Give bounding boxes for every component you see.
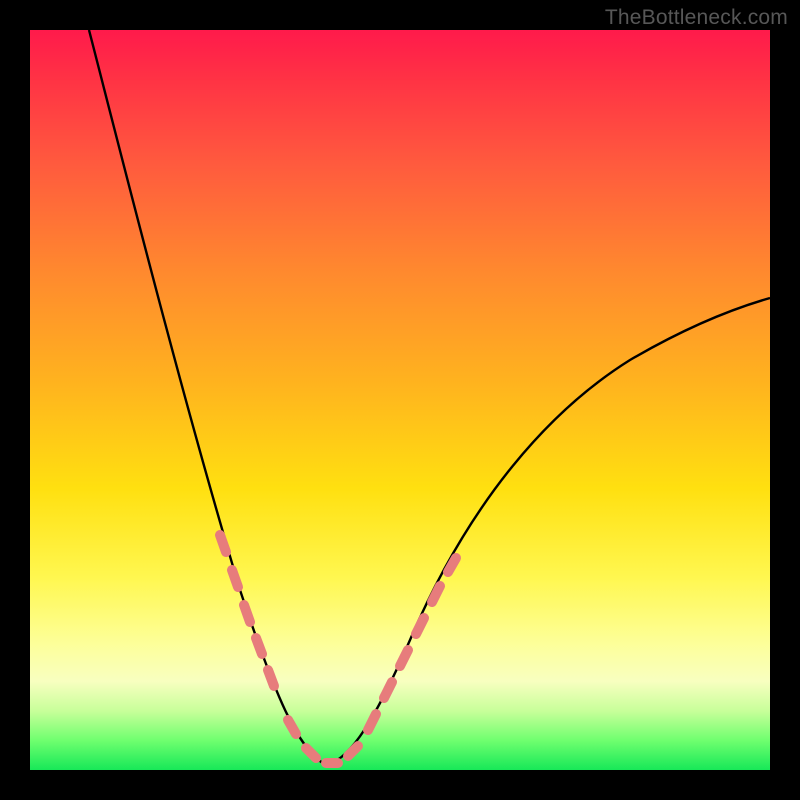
watermark-text: TheBottleneck.com [605, 6, 788, 30]
bottleneck-curve [89, 30, 770, 765]
plot-frame [30, 30, 770, 770]
curve-layer [30, 30, 770, 770]
chart-canvas: TheBottleneck.com [0, 0, 800, 800]
highlight-dots [220, 535, 456, 763]
